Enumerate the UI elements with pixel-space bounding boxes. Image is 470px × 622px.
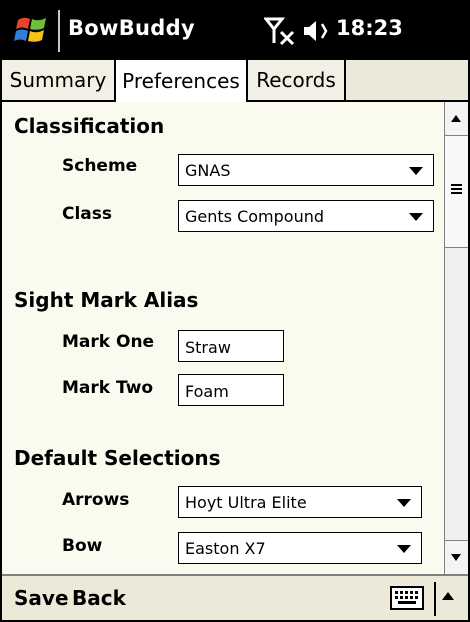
sip-separator xyxy=(434,582,436,616)
bow-select[interactable]: Easton X7 xyxy=(178,532,422,564)
tab-bar: Summary Preferences Records xyxy=(2,60,468,102)
arrows-value: Hoyt Ultra Elite xyxy=(185,493,307,512)
grip-icon xyxy=(451,184,462,194)
softkey-bar: Save Back xyxy=(2,574,468,620)
classification-heading: Classification xyxy=(14,114,165,138)
tab-summary[interactable]: Summary xyxy=(2,60,116,100)
class-value: Gents Compound xyxy=(185,207,325,226)
preferences-panel: Classification Scheme GNAS Class Gents C… xyxy=(2,102,444,574)
default-selections-heading: Default Selections xyxy=(14,446,221,470)
title-separator xyxy=(58,10,60,52)
arrows-label: Arrows xyxy=(62,490,130,510)
title-bar: BowBuddy 18:23 xyxy=(2,2,468,60)
mark-two-input[interactable]: Foam xyxy=(178,374,284,406)
app-title: BowBuddy xyxy=(68,16,195,40)
mark-one-input[interactable]: Straw xyxy=(178,330,284,362)
app-window: BowBuddy 18:23 Summary Preferences Recor… xyxy=(0,0,470,622)
arrow-up-icon xyxy=(451,115,461,122)
clock[interactable]: 18:23 xyxy=(336,16,403,40)
mark-two-label: Mark Two xyxy=(62,378,154,398)
save-softkey[interactable]: Save xyxy=(14,586,69,610)
vertical-scrollbar[interactable] xyxy=(444,102,468,574)
scheme-value: GNAS xyxy=(185,161,231,180)
arrows-select[interactable]: Hoyt Ultra Elite xyxy=(178,486,422,518)
chevron-down-icon xyxy=(409,167,423,175)
bow-value: Easton X7 xyxy=(185,539,266,558)
volume-icon[interactable] xyxy=(302,18,330,44)
mark-one-label: Mark One xyxy=(62,332,155,352)
windows-flag-icon[interactable] xyxy=(12,10,52,50)
back-softkey[interactable]: Back xyxy=(72,586,126,610)
chevron-down-icon xyxy=(397,545,411,553)
bow-label: Bow xyxy=(62,536,103,556)
signal-off-icon[interactable] xyxy=(264,16,296,46)
class-label: Class xyxy=(62,204,113,224)
mark-one-value: Straw xyxy=(185,338,231,357)
scheme-label: Scheme xyxy=(62,156,138,176)
mark-two-value: Foam xyxy=(185,382,229,401)
scroll-thumb[interactable] xyxy=(445,136,468,248)
tab-preferences[interactable]: Preferences xyxy=(116,60,248,102)
sip-menu-up-icon[interactable] xyxy=(442,592,454,600)
keyboard-icon[interactable] xyxy=(390,586,424,610)
chevron-down-icon xyxy=(397,499,411,507)
scroll-up-button[interactable] xyxy=(445,102,468,136)
sight-mark-alias-heading: Sight Mark Alias xyxy=(14,288,199,312)
arrow-down-icon xyxy=(451,554,461,561)
chevron-down-icon xyxy=(409,213,423,221)
class-select[interactable]: Gents Compound xyxy=(178,200,434,232)
tab-records[interactable]: Records xyxy=(248,60,346,100)
scheme-select[interactable]: GNAS xyxy=(178,154,434,186)
scroll-down-button[interactable] xyxy=(445,540,468,574)
